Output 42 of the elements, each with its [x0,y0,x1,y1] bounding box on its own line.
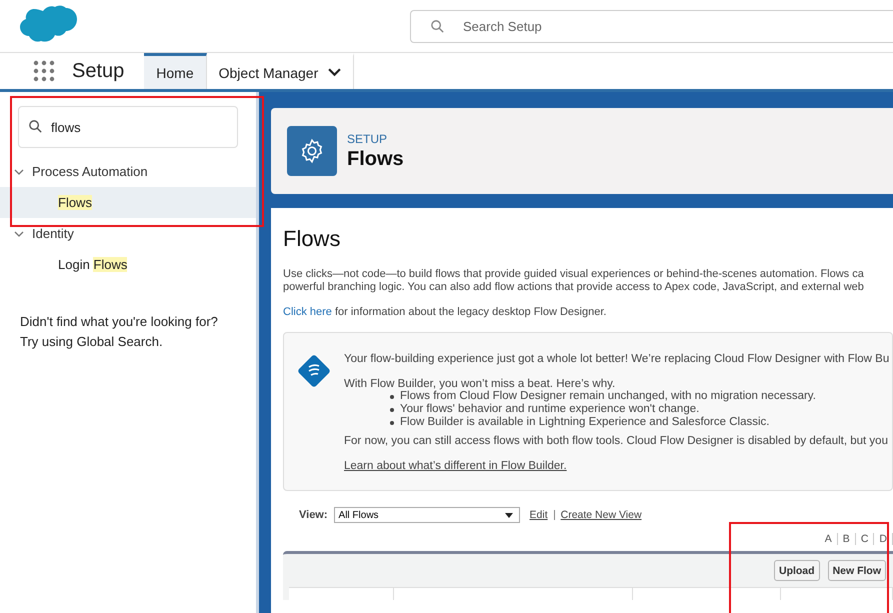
click-here-link[interactable]: Click here [283,306,332,318]
notice-headline: Your flow-building experience just got a whole lot better! We’re replacing Cloud Flow Designer with Flow Bu [344,353,890,365]
alphabet-filter[interactable]: D [874,533,893,545]
search-icon [430,18,445,34]
notice-text: With Flow Builder, you won’t miss a beat. Here’s why. [344,378,616,390]
bullet-icon [390,420,394,424]
intro-text: Use clicks—not code—to build flows that provide guided visual experiences or behind-the-scenes automation. Flows ca powerful branching logic. You can also add flow actions that provide access to Apex code, JavaScript, and external web [283,268,865,294]
bullet-text: Flow Builder is available in Lightning Experience and Salesforce Classic. [400,416,770,429]
tree-item[interactable]: Flows [0,187,256,218]
quick-find-field[interactable]: flows [18,106,238,148]
chevron-down-icon[interactable] [328,68,342,77]
view-link[interactable]: Edit [530,509,548,521]
chevron-icon[interactable] [14,228,24,238]
alphabet-filter[interactable]: C [856,533,874,545]
tree-section[interactable]: Process Automation [32,164,148,179]
content-title: Flows [283,226,342,252]
view-select[interactable]: All Flows [334,507,520,523]
notice-text: For now, you can still access flows with both flow tools. Cloud Flow Designer is disabled by default, but you [344,435,889,447]
setup-gear-icon [287,126,337,176]
bullet-text: Your flows' behavior and runtime experience won't change. [400,403,700,416]
app-launcher-icon[interactable] [33,60,55,82]
legacy-text: Click here for information about the legacy desktop Flow Designer. [283,306,608,318]
alphabet-filter[interactable]: B [838,533,856,545]
list-button[interactable]: New Flow [828,560,886,581]
help-text: Didn't find what you're looking for? Try using Global Search. [20,313,219,351]
search-icon [28,119,43,134]
app-name: Setup [72,60,124,82]
view-label: View: [299,509,328,521]
view-link[interactable]: Create New View [560,509,642,521]
bullet-text: Flows from Cloud Flow Designer remain unchanged, with no migration necessary. [400,390,816,403]
list-button[interactable]: Upload [774,560,820,581]
bullet-icon [390,408,394,412]
tree-item[interactable]: Login Flows [0,249,256,280]
page-eyebrow: SETUP [347,132,388,146]
nav-tab[interactable]: Home [144,53,207,89]
learn-link[interactable]: Learn about what’s different in Flow Builder. [344,460,567,472]
chevron-icon[interactable] [14,166,24,176]
search-field[interactable]: Search Setup [410,10,893,42]
alphabet-filter[interactable]: A [820,533,838,545]
bullet-icon [390,394,394,398]
page-title: Flows [347,148,404,170]
tree-section[interactable]: Identity [32,226,74,241]
